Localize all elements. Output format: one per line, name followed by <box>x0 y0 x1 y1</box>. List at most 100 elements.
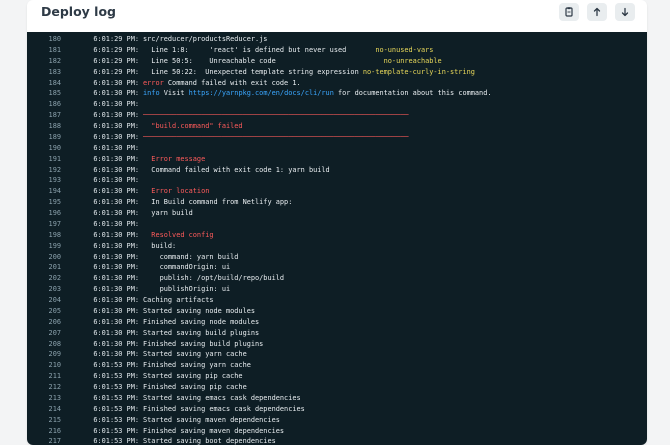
log-segment: Finished saving emacs cask dependencies <box>143 404 305 413</box>
log-line: 200 6:01:30 PM: command: yarn build <box>27 252 647 263</box>
log-line-number[interactable]: 211 <box>27 371 69 382</box>
log-line-number[interactable]: 182 <box>27 56 69 67</box>
log-timestamp: 6:01:30 PM: <box>93 230 139 239</box>
log-line-number[interactable]: 206 <box>27 317 69 328</box>
log-timestamp: 6:01:29 PM: <box>93 56 139 65</box>
log-segment: In Build command from Netlify app: <box>143 198 293 207</box>
log-line-number[interactable]: 196 <box>27 208 69 219</box>
log-segment: Started saving pip cache <box>143 372 243 381</box>
log-line-number[interactable]: 198 <box>27 230 69 241</box>
log-line-number[interactable]: 193 <box>27 175 69 186</box>
log-line-number[interactable]: 212 <box>27 382 69 393</box>
log-line-number[interactable]: 207 <box>27 328 69 339</box>
log-timestamp: 6:01:53 PM: <box>93 383 139 391</box>
log-line-number[interactable]: 208 <box>27 339 69 350</box>
log-line-number[interactable]: 209 <box>27 349 69 360</box>
log-line-number[interactable]: 201 <box>27 262 69 273</box>
log-message: Started saving build plugins <box>139 328 259 339</box>
log-line-number[interactable]: 215 <box>27 415 69 426</box>
log-line: 186 6:01:30 PM: <box>27 99 647 110</box>
log-line-number[interactable]: 203 <box>27 284 69 295</box>
log-line-number[interactable]: 202 <box>27 273 69 284</box>
log-timestamp: 6:01:29 PM: <box>93 35 139 43</box>
log-segment: Started saving build plugins <box>143 328 260 337</box>
log-segment: build: <box>143 241 177 250</box>
log-timestamp: 6:01:30 PM: <box>93 100 139 109</box>
log-line: 188 6:01:30 PM: "build.command" failed <box>27 121 647 132</box>
log-line: 198 6:01:30 PM: Resolved config <box>27 230 647 241</box>
log-line: 185 6:01:30 PM: info Visit https://yarnpkg… <box>27 88 647 99</box>
log-line-number[interactable]: 186 <box>27 99 69 110</box>
log-line-number[interactable]: 180 <box>27 34 69 45</box>
log-timestamp: 6:01:30 PM: <box>93 132 139 141</box>
copy-log-button[interactable] <box>559 3 579 21</box>
log-timestamp: 6:01:29 PM: <box>93 67 139 76</box>
log-message: In Build command from Netlify app: <box>139 197 292 208</box>
log-timestamp: 6:01:30 PM: <box>93 187 139 196</box>
log-message: Line 50:5: Unreachable code no-unreachab… <box>139 56 442 67</box>
log-segment: Error message <box>143 154 206 163</box>
log-line: 189 6:01:30 PM: ──────────────────────────… <box>27 132 647 143</box>
log-line-number[interactable]: 216 <box>27 426 69 437</box>
log-line-number[interactable]: 200 <box>27 252 69 263</box>
log-line: 191 6:01:30 PM: Error message <box>27 154 647 165</box>
log-line-number[interactable]: 213 <box>27 393 69 404</box>
log-segment: info <box>143 89 160 98</box>
log-line-number[interactable]: 204 <box>27 295 69 306</box>
log-message: Command failed with exit code 1: yarn bu… <box>139 165 329 176</box>
log-line-number[interactable]: 199 <box>27 241 69 252</box>
log-timestamp: 6:01:30 PM: <box>93 306 139 315</box>
log-timestamp: 6:01:30 PM: <box>93 350 139 359</box>
log-line-number[interactable]: 187 <box>27 110 69 121</box>
log-message: publish: /opt/build/repo/build <box>139 273 284 284</box>
log-line-number[interactable]: 217 <box>27 436 69 445</box>
log-line-number[interactable]: 192 <box>27 165 69 176</box>
log-line-number[interactable]: 205 <box>27 306 69 317</box>
log-line: 196 6:01:30 PM: yarn build <box>27 208 647 219</box>
log-line-number[interactable]: 189 <box>27 132 69 143</box>
log-line-number[interactable]: 191 <box>27 154 69 165</box>
scroll-to-top-button[interactable] <box>587 3 607 21</box>
log-line-number[interactable]: 183 <box>27 67 69 78</box>
log-segment: Started saving emacs cask dependencies <box>143 393 301 402</box>
log-line-number[interactable]: 184 <box>27 78 69 89</box>
log-segment: ────────────────────────────────────────… <box>143 132 409 141</box>
log-segment: Visit <box>159 89 189 98</box>
log-message: Finished saving maven dependencies <box>139 426 284 437</box>
log-line-number[interactable]: 194 <box>27 186 69 197</box>
log-segment: "build.command" failed <box>143 122 243 130</box>
log-segment: Started saving yarn cache <box>143 350 247 359</box>
log-line-number[interactable]: 188 <box>27 121 69 132</box>
log-line-number[interactable]: 197 <box>27 219 69 230</box>
log-message: command: yarn build <box>139 252 239 263</box>
log-segment: publish: /opt/build/repo/build <box>143 274 285 283</box>
log-line-number[interactable]: 185 <box>27 88 69 99</box>
arrow-down-icon <box>621 7 629 17</box>
log-message: yarn build <box>139 208 193 219</box>
log-message: commandOrigin: ui <box>139 262 231 273</box>
log-timestamp: 6:01:30 PM: <box>93 339 139 348</box>
log-message: Error location <box>139 186 209 197</box>
log-timestamp: 6:01:53 PM: <box>93 393 139 402</box>
log-line: 210 6:01:53 PM: Finished saving yarn cache <box>27 360 647 371</box>
log-line-number[interactable]: 210 <box>27 360 69 371</box>
log-segment: command: yarn build <box>143 252 239 261</box>
log-line: 190 6:01:30 PM: <box>27 143 647 154</box>
log-message: Finished saving yarn cache <box>139 360 251 371</box>
log-segment: no-unreachable <box>383 56 442 65</box>
log-message: Caching artifacts <box>139 295 214 306</box>
log-output[interactable]: 180 6:01:29 PM: src/reducer/productsReduce… <box>27 32 647 445</box>
log-line-number[interactable]: 195 <box>27 197 69 208</box>
log-line-number[interactable]: 214 <box>27 404 69 415</box>
scroll-to-bottom-button[interactable] <box>615 3 635 21</box>
log-segment: Line 50:22: Unexpected template string e… <box>143 67 363 76</box>
log-timestamp: 6:01:53 PM: <box>93 415 139 424</box>
log-message: Started saving maven dependencies <box>139 415 280 426</box>
log-line: 182 6:01:29 PM: Line 50:5: Unreachable co… <box>27 56 647 67</box>
log-timestamp: 6:01:53 PM: <box>93 426 139 435</box>
log-line: 201 6:01:30 PM: commandOrigin: ui <box>27 262 647 273</box>
log-segment: commandOrigin: ui <box>143 263 231 272</box>
log-toolbar <box>559 3 635 21</box>
log-line-number[interactable]: 190 <box>27 143 69 154</box>
log-line-number[interactable]: 181 <box>27 45 69 56</box>
